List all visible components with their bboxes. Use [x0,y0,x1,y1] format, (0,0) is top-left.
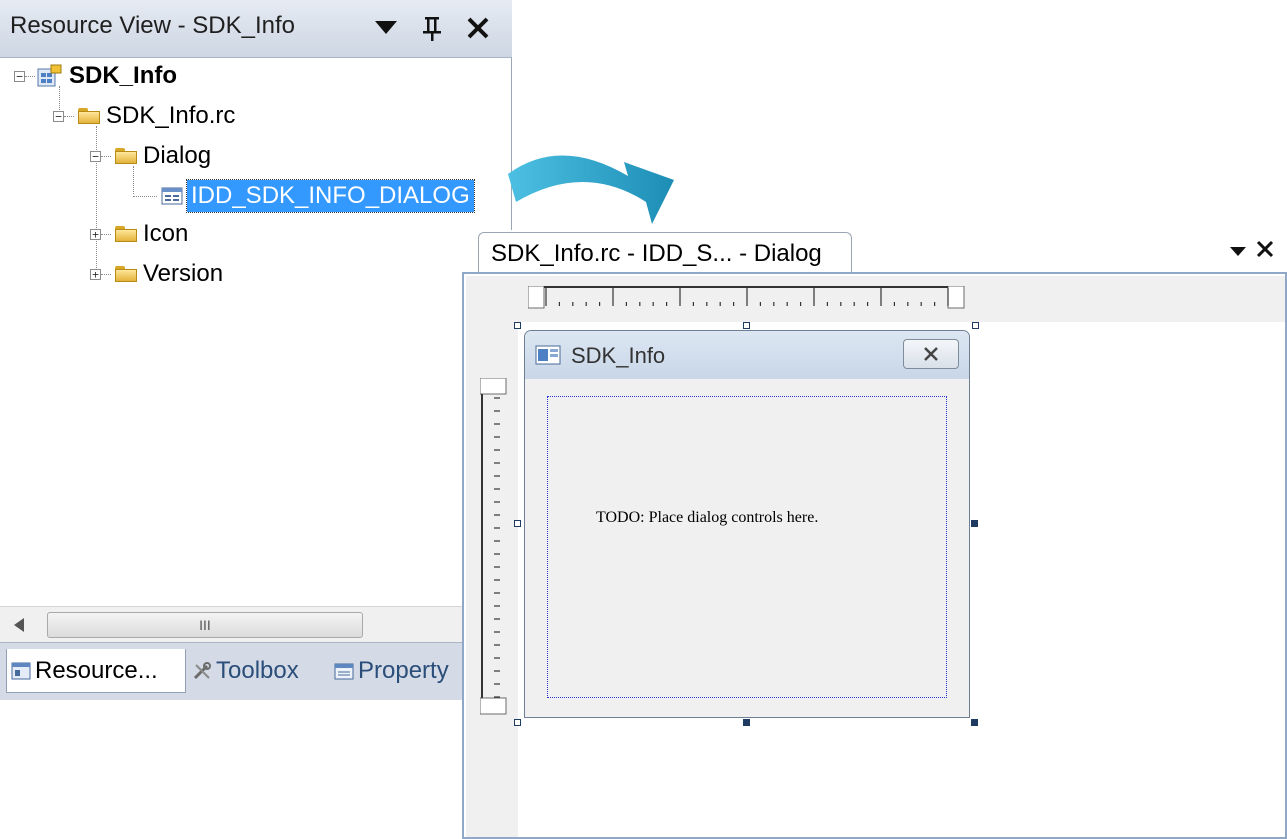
collapse-icon[interactable]: − [14,70,25,82]
tree-item-rc-file[interactable]: − SDK_Info.rc [53,98,235,134]
collapse-icon[interactable]: − [90,150,101,162]
resize-handle[interactable] [514,520,521,527]
expand-icon[interactable]: + [90,268,101,280]
properties-icon [334,663,354,680]
tree-item-label-selected: IDD_SDK_INFO_DIALOG [186,179,475,213]
expand-icon[interactable]: + [90,228,101,240]
tab-label: Toolbox [216,657,299,684]
curved-arrow-icon [508,155,674,224]
tree-item-root[interactable]: − SDK_Info [14,58,177,94]
tree-item-label: Version [143,260,224,287]
app-window-icon [535,345,561,365]
tab-label: Property [358,657,449,684]
pin-icon[interactable] [414,8,450,48]
tree-item-version-folder[interactable]: + Version [90,256,223,292]
resize-handle[interactable] [743,719,750,726]
resize-handle[interactable] [971,719,978,726]
dialog-caption-bar: SDK_Info [525,331,969,379]
dialog-preview-window[interactable]: SDK_Info TODO: Place dialog controls her… [524,330,970,718]
tab-toolbox[interactable]: Toolbox [190,649,328,693]
document-menu-dropdown-icon[interactable] [1230,244,1246,262]
resource-view-title: Resource View - SDK_Info [10,12,296,39]
document-close-icon[interactable] [1256,240,1274,263]
folder-icon [115,148,137,164]
dialog-close-button[interactable] [903,339,959,369]
dialog-resource-icon [161,187,183,205]
dialog-client-guide: TODO: Place dialog controls here. [547,396,947,698]
folder-icon [115,226,137,242]
horizontal-scrollbar[interactable]: III [0,606,512,642]
resource-view-icon [11,662,31,679]
pane-menu-dropdown-icon[interactable] [368,8,404,48]
tab-label: SDK_Info.rc - IDD_S... - Dialog [491,240,822,267]
resize-handle[interactable] [514,719,521,726]
resize-handle[interactable] [743,322,750,329]
document-tab-strip: SDK_Info.rc - IDD_S... - Dialog [462,230,1287,272]
tree-item-icon-folder[interactable]: + Icon [90,216,188,252]
tab-properties[interactable]: Property [332,649,460,693]
tree-item-label: Dialog [143,142,212,169]
scrollbar-grip: III [199,617,211,633]
tree-item-label: Icon [143,220,189,247]
vertical-ruler[interactable] [480,378,508,718]
tree-item-label: SDK_Info [69,62,177,89]
tab-label: Resource... [35,656,158,684]
static-text-control[interactable]: TODO: Place dialog controls here. [596,509,818,527]
resize-handle[interactable] [971,520,978,527]
toolbox-icon [193,662,211,680]
folder-icon [78,108,100,124]
tree-item-dialog-folder[interactable]: − Dialog [90,138,211,174]
resize-handle[interactable] [972,322,979,329]
scroll-left-arrow-icon[interactable] [14,618,24,637]
resource-view-pane: Resource View - SDK_Info − SDK_Info − SD… [0,0,512,700]
project-icon [37,64,62,87]
tab-resource-view[interactable]: Resource... [6,649,186,693]
tree-item-label: SDK_Info.rc [106,102,236,129]
resource-view-titlebar: Resource View - SDK_Info [0,0,512,58]
scrollbar-thumb[interactable]: III [47,612,363,638]
tree-item-dialog-resource[interactable]: IDD_SDK_INFO_DIALOG [133,178,475,214]
horizontal-ruler[interactable] [528,286,968,310]
resize-handle[interactable] [514,322,521,329]
collapse-icon[interactable]: − [53,110,64,122]
dialog-title: SDK_Info [571,343,666,368]
pane-tab-strip: Resource... Toolbox Property [0,642,512,700]
tab-dialog-editor[interactable]: SDK_Info.rc - IDD_S... - Dialog [478,232,852,272]
close-icon[interactable] [460,8,496,48]
close-icon [924,347,938,361]
folder-icon [115,266,137,282]
